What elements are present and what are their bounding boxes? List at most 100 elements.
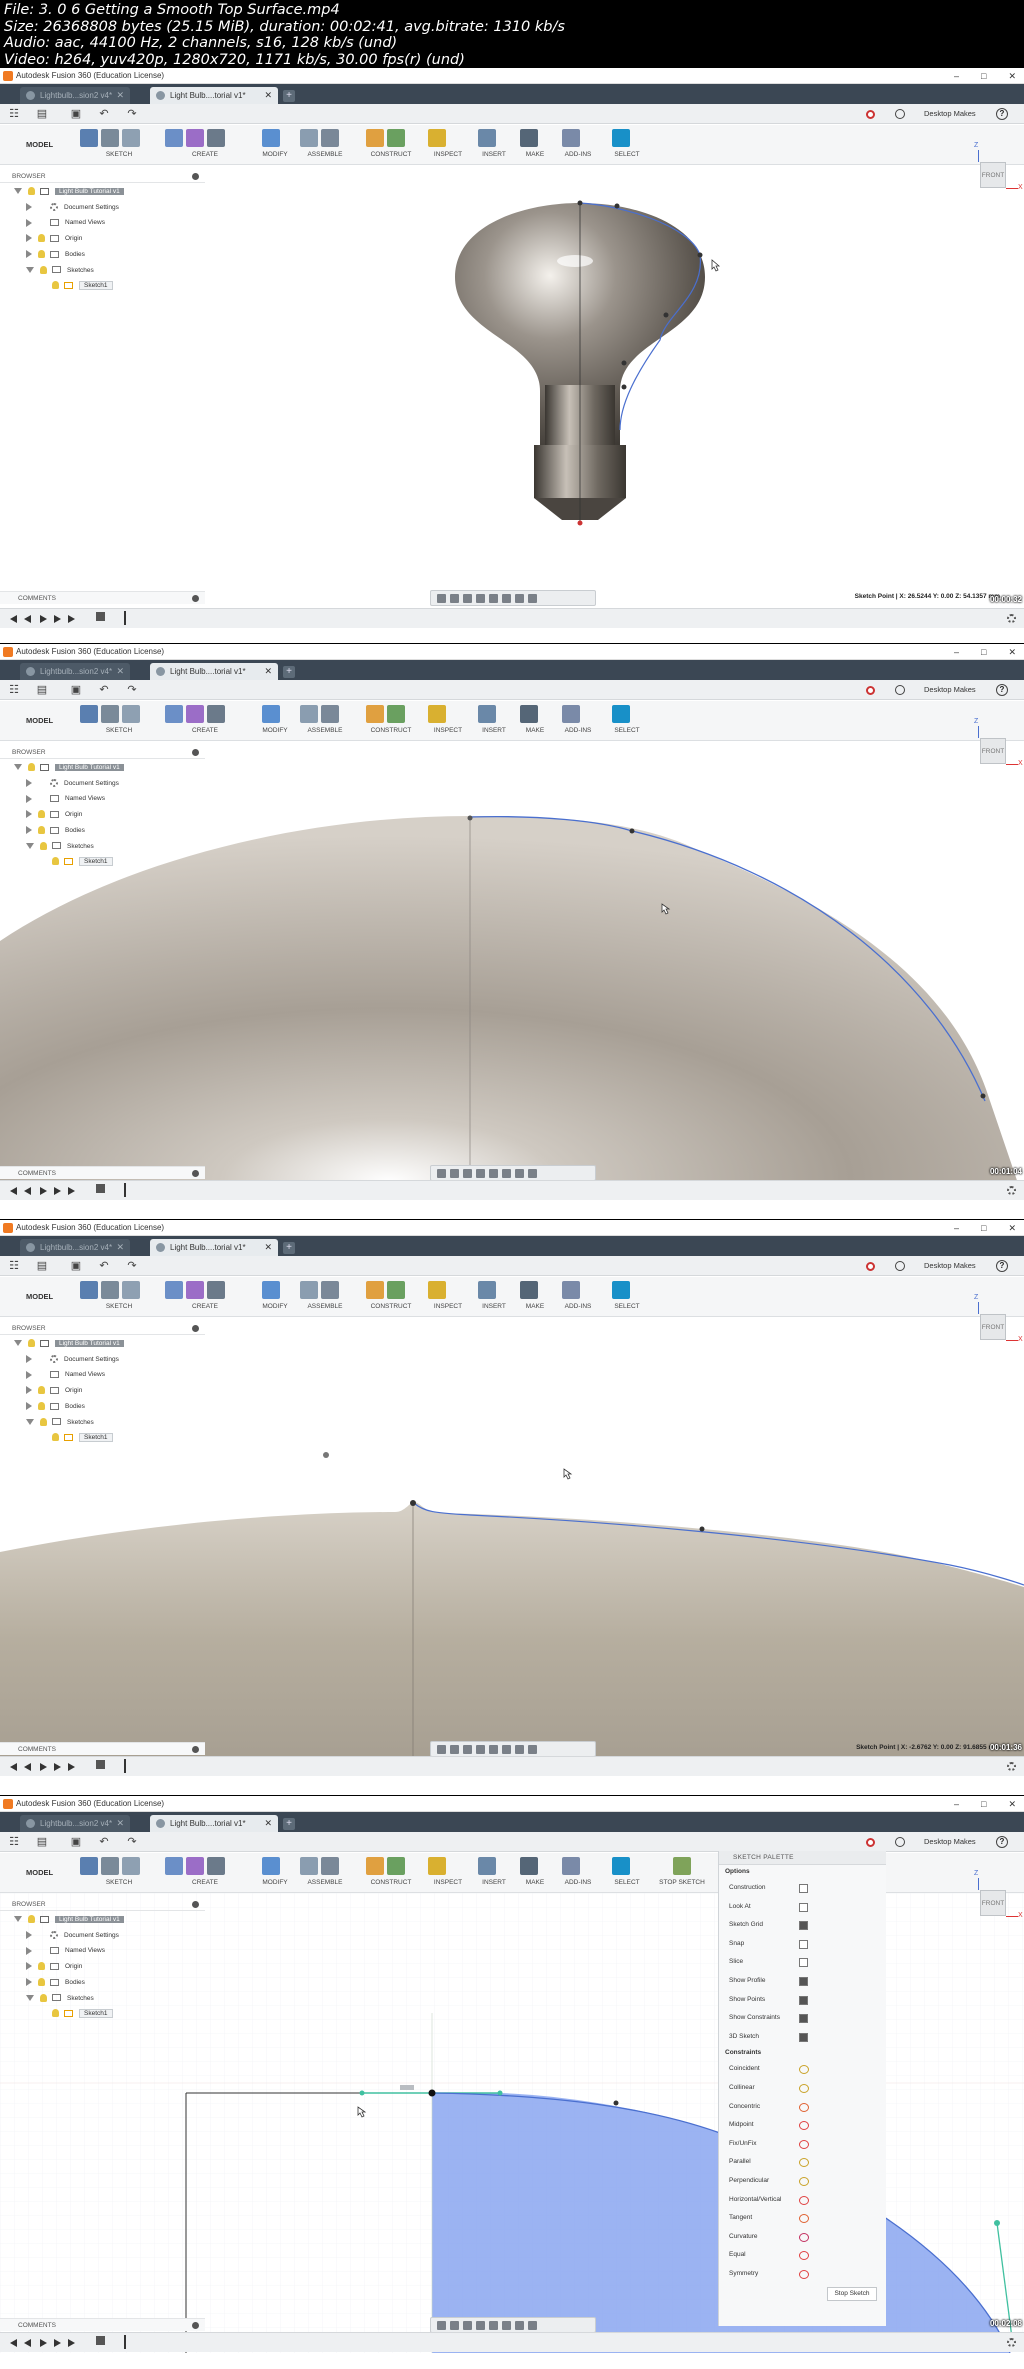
tool-icon[interactable] [478, 1857, 496, 1875]
tool-icon[interactable] [207, 129, 225, 147]
timeline-back-icon[interactable] [24, 1187, 31, 1195]
constraint-equal[interactable]: Equal [719, 2246, 886, 2265]
tool-icon[interactable] [520, 129, 538, 147]
tool-icon[interactable] [387, 129, 405, 147]
workspace-selector[interactable]: MODEL [8, 135, 60, 155]
toolbar-group-assemble[interactable]: ASSEMBLE [300, 1279, 350, 1315]
tool-icon[interactable] [387, 1857, 405, 1875]
browser-pin-icon[interactable] [192, 749, 199, 756]
tool-icon[interactable] [101, 1857, 119, 1875]
orbit-icon[interactable] [437, 1745, 446, 1754]
viewports-icon[interactable] [528, 594, 537, 603]
tool-icon[interactable] [101, 1281, 119, 1299]
visibility-bulb-icon[interactable] [40, 1993, 47, 2002]
file-icon[interactable]: ▤ [36, 1260, 48, 1272]
tool-icon[interactable] [478, 1281, 496, 1299]
tool-icon[interactable] [122, 129, 140, 147]
tab-lightbulb-inactive[interactable]: Lightbulb...sion2 v4* ✕ [20, 1239, 130, 1256]
viewcube[interactable]: Z X FRONT [974, 1870, 1023, 1919]
tree-item-document-settings[interactable]: Document Settings [26, 1930, 119, 1941]
timeline-marker-flag[interactable] [124, 611, 126, 625]
toolbar-group-inspect[interactable]: INSPECT [428, 703, 468, 739]
tool-icon[interactable] [207, 705, 225, 723]
tool-icon[interactable] [80, 705, 98, 723]
bulb-top-closeup[interactable] [0, 741, 1024, 1201]
record-icon[interactable] [866, 1262, 875, 1271]
toolbar-group-modify[interactable]: MODIFY [262, 703, 288, 739]
tool-icon[interactable] [122, 1857, 140, 1875]
timeline-back-icon[interactable] [24, 1763, 31, 1771]
constraints-section-header[interactable]: Constraints [719, 2046, 886, 2060]
user-menu[interactable]: Desktop Makes [924, 680, 976, 700]
tool-icon[interactable] [165, 1281, 183, 1299]
browser-pin-icon[interactable] [192, 1325, 199, 1332]
tool-icon[interactable] [612, 705, 630, 723]
grid-icon[interactable] [515, 594, 524, 603]
timeline-settings-icon[interactable] [1007, 2338, 1016, 2347]
palette-option-snap[interactable]: Snap [719, 1935, 886, 1954]
tool-icon[interactable] [366, 1281, 384, 1299]
tool-icon[interactable] [321, 1857, 339, 1875]
tool-icon[interactable] [165, 129, 183, 147]
visibility-bulb-icon[interactable] [28, 1339, 35, 1348]
toolbar-group-modify[interactable]: MODIFY [262, 1855, 288, 1891]
display-settings-icon[interactable] [502, 2321, 511, 2330]
toolbar-group-inspect[interactable]: INSPECT [428, 1279, 468, 1315]
expand-arrow-icon[interactable] [26, 266, 34, 273]
sketch-feature-marker[interactable] [96, 1760, 105, 1769]
tool-icon[interactable] [612, 1857, 630, 1875]
orbit-icon[interactable] [437, 1169, 446, 1178]
constraint-tangent[interactable]: Tangent [719, 2209, 886, 2228]
save-icon[interactable]: ▣ [70, 1260, 82, 1272]
toolbar-group-modify[interactable]: MODIFY [262, 1279, 288, 1315]
tool-icon[interactable] [428, 129, 446, 147]
timeline-last-icon[interactable] [68, 2339, 75, 2347]
user-menu[interactable]: Desktop Makes [924, 104, 976, 124]
toolbar-group-select[interactable]: SELECT [612, 1855, 642, 1891]
close-icon[interactable]: ✕ [264, 1815, 272, 1832]
tree-root[interactable]: Light Bulb Tutorial v1 [14, 1338, 124, 1349]
tool-icon[interactable] [428, 705, 446, 723]
toolbar-group-make[interactable]: MAKE [520, 1855, 550, 1891]
job-status-icon[interactable] [895, 685, 905, 695]
constraint-icon[interactable] [799, 2121, 809, 2131]
timeline-first-icon[interactable] [10, 2339, 17, 2347]
constraint-icon[interactable] [799, 2102, 809, 2112]
toolbar-group-construct[interactable]: CONSTRUCT [366, 1855, 416, 1891]
visibility-bulb-icon[interactable] [38, 1386, 45, 1395]
toolbar-group-insert[interactable]: INSERT [478, 1279, 510, 1315]
option-checkbox[interactable] [799, 1995, 808, 2005]
constraint-icon[interactable] [799, 2158, 809, 2168]
constraint-symmetry[interactable]: Symmetry [719, 2265, 886, 2284]
visibility-bulb-icon[interactable] [38, 810, 45, 819]
stop-sketch-button[interactable]: Stop Sketch [827, 2287, 877, 2301]
grid-menu-icon[interactable]: ☷ [8, 1836, 20, 1848]
close-icon[interactable]: ✕ [116, 1239, 124, 1256]
tool-icon[interactable] [101, 129, 119, 147]
constraint-icon[interactable] [799, 2269, 809, 2279]
close-icon[interactable]: ✕ [116, 663, 124, 680]
sketch-feature-marker[interactable] [96, 2336, 105, 2345]
browser-pin-icon[interactable] [192, 1901, 199, 1908]
palette-option-construction[interactable]: Construction [719, 1879, 886, 1898]
tree-item-sketches[interactable]: Sketches [26, 265, 94, 276]
new-tab-button[interactable]: + [283, 1818, 295, 1830]
tab-lightbulb-inactive[interactable]: Lightbulb...sion2 v4* ✕ [20, 1815, 130, 1832]
help-icon[interactable]: ? [996, 684, 1008, 696]
stop-sketch-icon[interactable] [673, 1857, 691, 1875]
tab-light-bulb-tutorial[interactable]: Light Bulb....torial v1* ✕ [150, 87, 278, 104]
tool-icon[interactable] [122, 705, 140, 723]
maximize-button[interactable]: □ [981, 1796, 986, 1812]
expand-arrow-icon[interactable] [26, 234, 32, 243]
help-icon[interactable]: ? [996, 1836, 1008, 1848]
toolbar-group-select[interactable]: SELECT [612, 127, 642, 163]
tool-icon[interactable] [387, 705, 405, 723]
redo-icon[interactable]: ↷ [126, 1836, 138, 1848]
constraint-icon[interactable] [799, 2251, 809, 2261]
tree-item-sketch1[interactable]: Sketch1 [52, 856, 113, 867]
fit-icon[interactable] [489, 1169, 498, 1178]
file-icon[interactable]: ▤ [36, 108, 48, 120]
timeline-play-icon[interactable] [40, 1187, 47, 1195]
browser-header[interactable]: BROWSER [0, 170, 205, 183]
workspace-selector[interactable]: MODEL [8, 1863, 60, 1883]
